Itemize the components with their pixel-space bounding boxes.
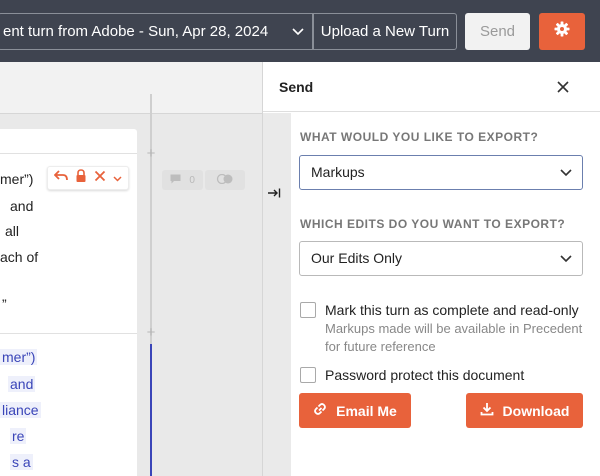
settings-button[interactable]	[539, 13, 585, 50]
edits-select[interactable]: Our Edits Only	[299, 241, 583, 276]
reject-icon[interactable]	[94, 169, 106, 187]
link-icon	[313, 402, 327, 419]
comment-count: 0	[189, 174, 195, 186]
gear-icon	[554, 21, 570, 42]
document-text: ”	[2, 296, 7, 312]
comment-icon	[170, 174, 181, 187]
compare-toggle[interactable]	[205, 170, 245, 190]
send-panel-header: Send	[263, 62, 600, 112]
document-text: and	[10, 198, 34, 214]
panel-side-strip	[263, 113, 291, 476]
turn-select[interactable]: ent turn from Adobe - Sun, Apr 28, 2024	[0, 13, 313, 50]
inserted-text[interactable]: liance	[0, 402, 41, 418]
send-button[interactable]: Send	[465, 13, 530, 50]
plus-icon[interactable]: +	[145, 325, 157, 340]
document-text: mer”)	[0, 171, 34, 187]
password-checkbox[interactable]	[300, 367, 316, 383]
divider	[0, 153, 137, 154]
export-type-select[interactable]: Markups	[299, 155, 583, 190]
export-question-label: WHAT WOULD YOU LIKE TO EXPORT?	[300, 130, 539, 144]
comment-count-badge[interactable]: 0	[162, 170, 203, 190]
download-icon	[480, 402, 494, 419]
inserted-text[interactable]: mer”)	[0, 349, 38, 365]
complete-checkbox[interactable]	[300, 302, 316, 318]
document-area: mer”) and all ach of ” mer”) and liance …	[0, 62, 262, 476]
chevron-down-icon	[292, 14, 304, 49]
chevron-down-icon	[560, 242, 572, 287]
export-type-value: Markups	[311, 164, 365, 180]
markup-toolbar	[47, 166, 129, 190]
download-label: Download	[502, 402, 570, 419]
document-toolbar	[0, 62, 262, 114]
expand-panel-icon[interactable]	[267, 186, 281, 204]
reply-icon[interactable]	[54, 169, 69, 187]
email-me-button[interactable]: Email Me	[299, 393, 411, 428]
document-text: ach of	[0, 249, 39, 265]
password-label: Password protect this document	[325, 367, 525, 383]
document-text: all	[5, 223, 20, 239]
inserted-text[interactable]: s a	[10, 454, 33, 470]
send-panel: Send WHAT WOULD YOU LIKE TO EXPORT? Mark…	[262, 62, 600, 476]
top-bar: ent turn from Adobe - Sun, Apr 28, 2024 …	[0, 0, 600, 62]
edits-question-label: WHICH EDITS DO YOU WANT TO EXPORT?	[300, 217, 566, 231]
download-button[interactable]: Download	[466, 393, 583, 428]
inserted-text[interactable]: re	[10, 428, 27, 444]
panel-title: Send	[279, 79, 314, 95]
upload-new-turn-button[interactable]: Upload a New Turn	[313, 13, 457, 50]
complete-label: Mark this turn as complete and read-only	[325, 302, 579, 318]
toggle-icon	[216, 171, 234, 189]
lock-icon[interactable]	[75, 169, 87, 187]
close-icon[interactable]	[554, 78, 572, 96]
email-me-label: Email Me	[336, 402, 397, 419]
chevron-down-icon[interactable]	[113, 169, 122, 187]
chevron-down-icon	[560, 156, 572, 201]
divider	[0, 333, 137, 334]
turn-select-value: ent turn from Adobe - Sun, Apr 28, 2024	[3, 23, 269, 40]
complete-help-text: Markups made will be available in Preced…	[325, 321, 583, 354]
inserted-text[interactable]: and	[8, 376, 36, 392]
plus-icon[interactable]: +	[145, 146, 157, 161]
insertion-track-line	[150, 344, 152, 476]
edits-value: Our Edits Only	[311, 250, 403, 266]
